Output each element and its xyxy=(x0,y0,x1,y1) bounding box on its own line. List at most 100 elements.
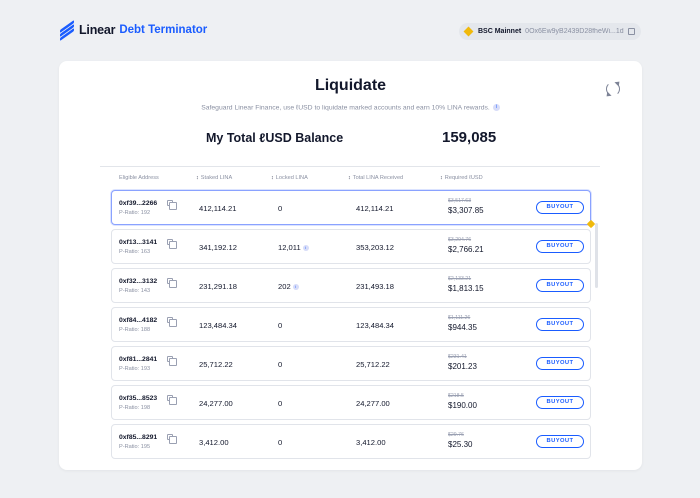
row-locked-lina: 0 xyxy=(278,204,283,213)
row-p-ratio: P-Ratio: 143 xyxy=(119,288,151,294)
row-required-lusd: $190.00 xyxy=(448,401,477,410)
top-bar: Linear Debt Terminator BSC Mainnet 0Ox6E… xyxy=(0,0,700,60)
row-staked-lina: 231,291.18 xyxy=(199,282,238,291)
bsc-icon xyxy=(463,26,474,37)
copy-address-icon[interactable] xyxy=(167,317,177,327)
locked-info-icon[interactable]: i xyxy=(292,284,299,290)
row-locked-lina: 0 xyxy=(278,360,283,369)
row-required-original: $1,111.26 xyxy=(448,315,471,321)
row-locked-lina-wrap: 0 xyxy=(278,399,282,408)
wallet-network-pill[interactable]: BSC Mainnet 0Ox6Ew9yB2439D28fheWi...1d2p xyxy=(459,23,641,40)
buyout-button[interactable]: BUYOUT xyxy=(536,318,584,331)
row-total-lina: 353,203.12 xyxy=(356,243,395,252)
row-p-ratio: P-Ratio: 192 xyxy=(119,210,151,216)
page-subtitle: Safeguard Linear Finance, use ℓUSD to li… xyxy=(59,104,642,111)
row-staked-lina: 3,412.00 xyxy=(199,438,229,447)
row-locked-lina-wrap: 202 i xyxy=(278,282,299,291)
subtitle-text: Safeguard Linear Finance, use ℓUSD to li… xyxy=(201,104,490,112)
row-locked-lina: 0 xyxy=(278,438,283,447)
row-required-original: $2,133.21 xyxy=(448,276,472,282)
row-locked-lina-wrap: 0 xyxy=(278,438,282,447)
column-total-lina-received[interactable]: ↕ Total LINA Received xyxy=(348,175,403,181)
column-locked-lina[interactable]: ↕ Locked LINA xyxy=(271,175,308,181)
row-locked-lina: 0 xyxy=(278,321,283,330)
copy-address-icon[interactable] xyxy=(167,278,177,288)
balance-value: 159,085 xyxy=(442,129,497,146)
row-locked-lina-wrap: 0 xyxy=(278,321,282,330)
scrollbar[interactable] xyxy=(595,223,598,288)
row-locked-lina-wrap: 0 xyxy=(278,360,282,369)
copy-address-icon[interactable] xyxy=(167,200,177,210)
sort-icon: ↕ xyxy=(271,175,274,181)
row-address: 0xf81...2841 xyxy=(119,356,158,363)
row-staked-lina: 123,484.34 xyxy=(199,321,238,330)
row-staked-lina: 25,712.22 xyxy=(199,360,233,369)
network-name: BSC Mainnet xyxy=(478,28,522,35)
column-eligible-address: Eligible Address xyxy=(119,175,159,181)
row-locked-lina: 202 xyxy=(278,282,291,291)
row-locked-lina: 0 xyxy=(278,399,283,408)
row-staked-lina: 341,192.12 xyxy=(199,243,238,252)
table-header: Eligible Address ↕ Staked LINA ↕ Locked LI… xyxy=(59,173,642,185)
row-total-lina: 3,412.00 xyxy=(356,438,386,447)
copy-wallet-icon[interactable] xyxy=(628,28,635,35)
info-icon[interactable]: i xyxy=(492,104,500,111)
table-row[interactable]: 0xf84...4182 P-Ratio: 188 123,484.34 0 123,4… xyxy=(111,307,591,342)
sort-icon: ↕ xyxy=(440,175,443,181)
row-address: 0xf85...8291 xyxy=(119,434,158,441)
row-required-lusd: $2,766.21 xyxy=(448,245,484,254)
logo-subtitle: Debt Terminator xyxy=(119,24,208,36)
column-label: Staked LINA xyxy=(200,175,233,181)
row-required-original: $231.41 xyxy=(448,354,467,360)
row-total-lina: 25,712.22 xyxy=(356,360,390,369)
row-p-ratio: P-Ratio: 163 xyxy=(119,249,151,255)
row-required-lusd: $25.30 xyxy=(448,440,473,449)
column-label: Required ℓUSD xyxy=(444,175,483,181)
column-staked-lina[interactable]: ↕ Staked LINA xyxy=(196,175,232,181)
row-address: 0xf84...4182 xyxy=(119,317,158,324)
table-row[interactable]: 0xf39...2266 P-Ratio: 192 412,114.21 0 412,1… xyxy=(111,190,591,225)
column-label: Locked LINA xyxy=(275,175,308,181)
wallet-address: 0Ox6Ew9yB2439D28fheWi...1d2p xyxy=(525,28,624,35)
buyout-button[interactable]: BUYOUT xyxy=(536,201,584,214)
row-locked-lina: 12,011 xyxy=(278,243,301,252)
column-required-lusd[interactable]: ↕ Required ℓUSD xyxy=(440,175,483,181)
liquidate-card: Liquidate Safeguard Linear Finance, use … xyxy=(59,61,642,470)
column-label: Total LINA Received xyxy=(352,175,404,181)
buyout-button[interactable]: BUYOUT xyxy=(536,279,584,292)
row-staked-lina: 24,277.00 xyxy=(199,399,233,408)
row-required-original: $218.5 xyxy=(448,393,464,399)
sort-icon: ↕ xyxy=(348,175,351,181)
buyout-button[interactable]: BUYOUT xyxy=(536,396,584,409)
table-row[interactable]: 0xf85...8291 P-Ratio: 195 3,412.00 0 3,412.0… xyxy=(111,424,591,459)
row-required-lusd: $3,307.85 xyxy=(448,206,484,215)
row-address: 0xf13...3141 xyxy=(119,239,158,246)
row-p-ratio: P-Ratio: 188 xyxy=(119,327,151,333)
buyout-button[interactable]: BUYOUT xyxy=(536,240,584,253)
locked-info-icon[interactable]: i xyxy=(302,245,309,251)
buyout-button[interactable]: BUYOUT xyxy=(536,435,584,448)
refresh-icon[interactable] xyxy=(606,82,620,96)
row-p-ratio: P-Ratio: 193 xyxy=(119,366,151,372)
copy-address-icon[interactable] xyxy=(167,356,177,366)
row-required-original: $3,517.63 xyxy=(448,198,472,204)
copy-address-icon[interactable] xyxy=(167,239,177,249)
table-row[interactable]: 0xf32...3132 P-Ratio: 143 231,291.18 202 i 23… xyxy=(111,268,591,303)
sort-icon: ↕ xyxy=(196,175,199,181)
copy-address-icon[interactable] xyxy=(167,395,177,405)
balance-label: My Total ℓUSD Balance xyxy=(206,131,344,145)
row-p-ratio: P-Ratio: 195 xyxy=(119,444,151,450)
app-logo[interactable]: Linear Debt Terminator xyxy=(60,20,208,41)
table-row[interactable]: 0xf13...3141 P-Ratio: 163 341,192.12 12,011… xyxy=(111,229,591,264)
row-total-lina: 123,484.34 xyxy=(356,321,395,330)
row-required-lusd: $1,813.15 xyxy=(448,284,484,293)
table-row[interactable]: 0xf35...8523 P-Ratio: 198 24,277.00 0 24,277… xyxy=(111,385,591,420)
buyout-button[interactable]: BUYOUT xyxy=(536,357,584,370)
divider xyxy=(100,166,600,167)
copy-address-icon[interactable] xyxy=(167,434,177,444)
row-p-ratio: P-Ratio: 198 xyxy=(119,405,151,411)
table-row[interactable]: 0xf81...2841 P-Ratio: 193 25,712.22 0 25,712… xyxy=(111,346,591,381)
logo-name: Linear xyxy=(79,23,116,37)
row-required-lusd: $944.35 xyxy=(448,323,477,332)
linear-logo-icon xyxy=(60,20,74,41)
